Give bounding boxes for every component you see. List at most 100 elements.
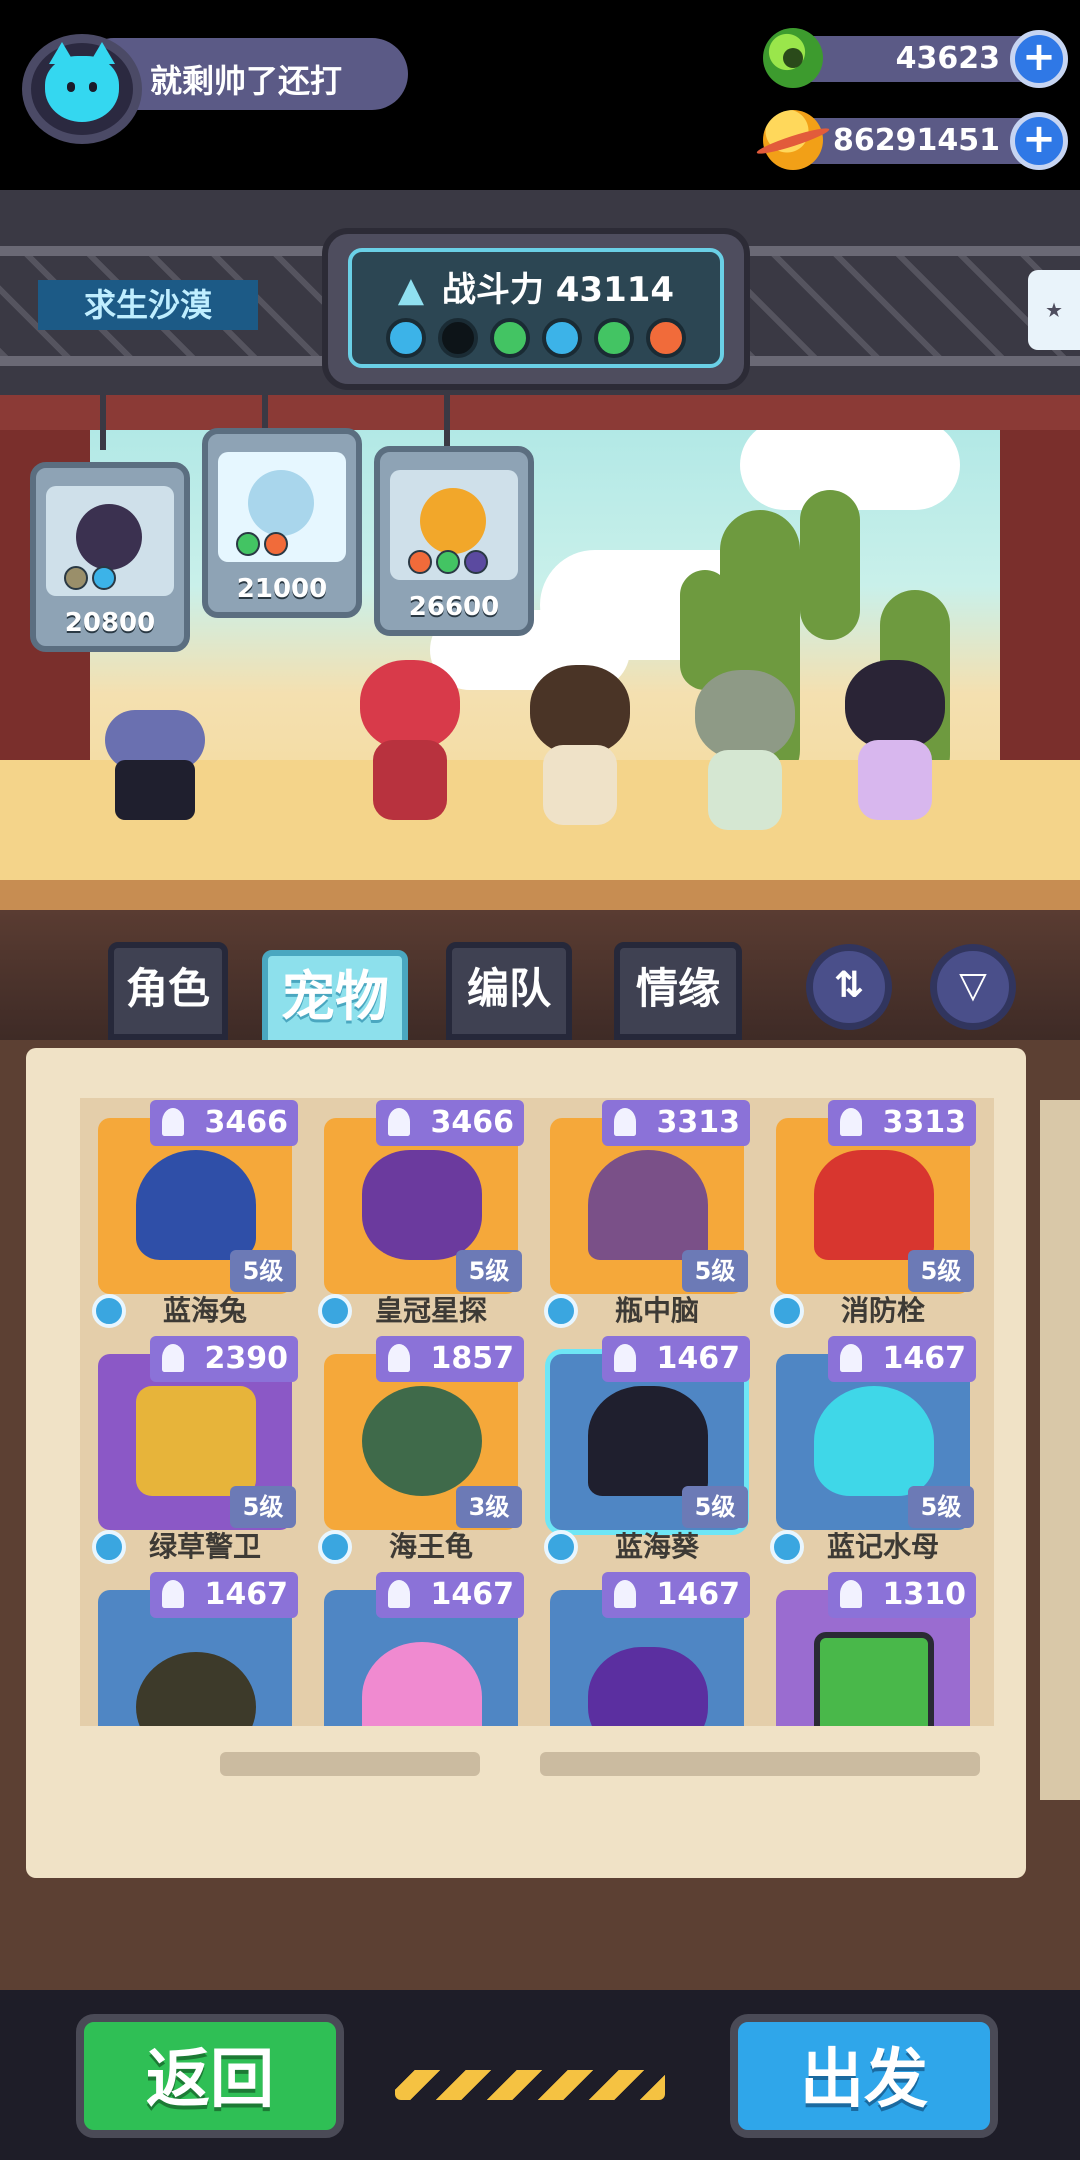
team-pet-card[interactable]: 20800 — [30, 462, 190, 652]
cat-avatar-icon — [45, 42, 119, 122]
avatar[interactable] — [22, 34, 142, 144]
power-icon: ▲ — [397, 270, 425, 310]
pet-name: 蓝记水母 — [826, 1530, 939, 1563]
pet-name: 蓝海葵 — [614, 1530, 699, 1563]
pet-card[interactable]: 3466 5级 皇冠星探 — [312, 1100, 530, 1328]
filter-icon[interactable]: ▽ — [930, 944, 1016, 1030]
depart-button[interactable]: 出发 — [730, 2014, 998, 2138]
pet-grid: 3466 5级 蓝海兔 3466 5级 皇冠星探 3313 5级 瓶中脑 331… — [80, 1098, 994, 1726]
power-icon — [388, 1108, 410, 1136]
pet-card[interactable]: 1467 — [312, 1572, 530, 1726]
pet-power-badge: 1467 — [828, 1336, 976, 1382]
pet-name: 海王龟 — [388, 1530, 473, 1563]
hero-purple-dress[interactable] — [840, 660, 950, 830]
pet-card[interactable]: 1467 5级 蓝记水母 — [764, 1336, 982, 1564]
pet-card[interactable]: 3313 5级 消防栓 — [764, 1100, 982, 1328]
sea-slug-pet-icon — [136, 1150, 256, 1260]
power-icon — [614, 1108, 636, 1136]
pet-name: 蓝海兔 — [162, 1294, 247, 1327]
frog-pet-icon — [248, 470, 314, 536]
power-value: 43114 — [555, 270, 675, 310]
empty-slot — [438, 318, 478, 358]
grass-element-icon — [594, 318, 634, 358]
pet-card[interactable]: 1310 — [764, 1572, 982, 1726]
player-name: 就剩帅了还打 — [150, 62, 343, 100]
share-icon[interactable]: ⋆ — [1028, 270, 1080, 350]
robot-pet-icon — [76, 504, 142, 570]
sea-turtle-pet-icon — [362, 1386, 482, 1496]
add-coins-button[interactable]: + — [1010, 112, 1068, 170]
map-name[interactable]: 求生沙漠 — [38, 280, 258, 330]
back-button[interactable]: 返回 — [76, 2014, 344, 2138]
pet-power-badge: 2390 — [150, 1336, 298, 1382]
power-icon — [614, 1344, 636, 1372]
pet-level: 5级 — [908, 1250, 974, 1292]
pet-name: 绿草警卫 — [148, 1530, 261, 1563]
caged-slime-pet-icon — [814, 1632, 934, 1726]
hero-red-helmet[interactable] — [355, 660, 465, 830]
hero-laurel[interactable] — [525, 665, 635, 835]
pet-card[interactable]: 3466 5级 蓝海兔 — [86, 1100, 304, 1328]
pet-power-badge: 1467 — [602, 1336, 750, 1382]
pet-level: 5级 — [230, 1486, 296, 1528]
pet-name: 消防栓 — [840, 1294, 925, 1327]
team-pet-power: 21000 — [236, 574, 328, 604]
player-profile[interactable]: 就剩帅了还打 — [22, 34, 408, 144]
pet-power-badge: 3466 — [376, 1100, 524, 1146]
planet-coin-icon — [763, 110, 823, 170]
fire-hydrant-pet-icon — [814, 1150, 934, 1260]
team-pet-card[interactable]: 26600 — [374, 446, 534, 636]
power-icon — [388, 1344, 410, 1372]
pet-level: 5级 — [908, 1486, 974, 1528]
crown-starfish-pet-icon — [362, 1150, 482, 1260]
fire-element-icon — [646, 318, 686, 358]
blurred-text — [540, 1752, 980, 1776]
power-icon — [388, 1580, 410, 1608]
pet-card[interactable]: 1857 3级 海王龟 — [312, 1336, 530, 1564]
tab-bonds[interactable]: 情缘 — [614, 942, 742, 1040]
tab-bar: 角色 宠物 编队 情缘 ⇅ ▽ — [0, 910, 1080, 1060]
tab-pets[interactable]: 宠物 — [262, 950, 408, 1048]
power-icon — [840, 1344, 862, 1372]
team-power-panel: ▲ 战斗力 43114 — [322, 228, 750, 390]
pet-power-badge: 1310 — [828, 1572, 976, 1618]
coral-pet-icon — [588, 1647, 708, 1726]
power-icon — [840, 1580, 862, 1608]
gem-amount: 43623 — [895, 41, 1000, 76]
power-icon — [162, 1344, 184, 1372]
team-element-slots — [386, 318, 686, 358]
pet-card[interactable]: 1467 — [538, 1572, 756, 1726]
grass-element-icon — [490, 318, 530, 358]
sort-icon[interactable]: ⇅ — [806, 944, 892, 1030]
pet-power-badge: 3313 — [602, 1100, 750, 1146]
water-element-icon — [386, 318, 426, 358]
power-label: 战斗力 — [441, 270, 544, 310]
pet-name: 瓶中脑 — [614, 1294, 699, 1327]
coin-amount: 86291451 — [833, 123, 1000, 158]
power-icon — [162, 1580, 184, 1608]
pet-level: 5级 — [456, 1250, 522, 1292]
team-pet-power: 20800 — [64, 608, 156, 638]
pet-card[interactable]: 1467 — [86, 1572, 304, 1726]
pet-level: 5级 — [682, 1250, 748, 1292]
pet-level: 3级 — [456, 1486, 522, 1528]
tab-characters[interactable]: 角色 — [108, 942, 228, 1040]
add-gems-button[interactable]: + — [1010, 30, 1068, 88]
hero-green-hair[interactable] — [690, 670, 800, 840]
sea-anemone-pet-icon — [588, 1386, 708, 1496]
power-icon — [162, 1108, 184, 1136]
pet-card-selected[interactable]: 1467 5级 蓝海葵 — [538, 1336, 756, 1564]
pet-power-badge: 1467 — [602, 1572, 750, 1618]
gem-icon — [763, 28, 823, 88]
brain-jar-pet-icon — [588, 1150, 708, 1260]
hazard-stripe — [395, 2070, 665, 2100]
battle-scene: 求生沙漠 ▲ 战斗力 43114 ⋆ 20800 21000 26600 — [0, 190, 1080, 910]
pet-name: 皇冠星探 — [374, 1294, 487, 1327]
jellyfish-pet-icon — [814, 1386, 934, 1496]
pet-card[interactable]: 2390 5级 绿草警卫 — [86, 1336, 304, 1564]
team-pet-card[interactable]: 21000 — [202, 428, 362, 618]
grass-guard-pet-icon — [136, 1386, 256, 1496]
pet-card[interactable]: 3313 5级 瓶中脑 — [538, 1100, 756, 1328]
pet-power-badge: 1857 — [376, 1336, 524, 1382]
tab-formation[interactable]: 编队 — [446, 942, 572, 1040]
